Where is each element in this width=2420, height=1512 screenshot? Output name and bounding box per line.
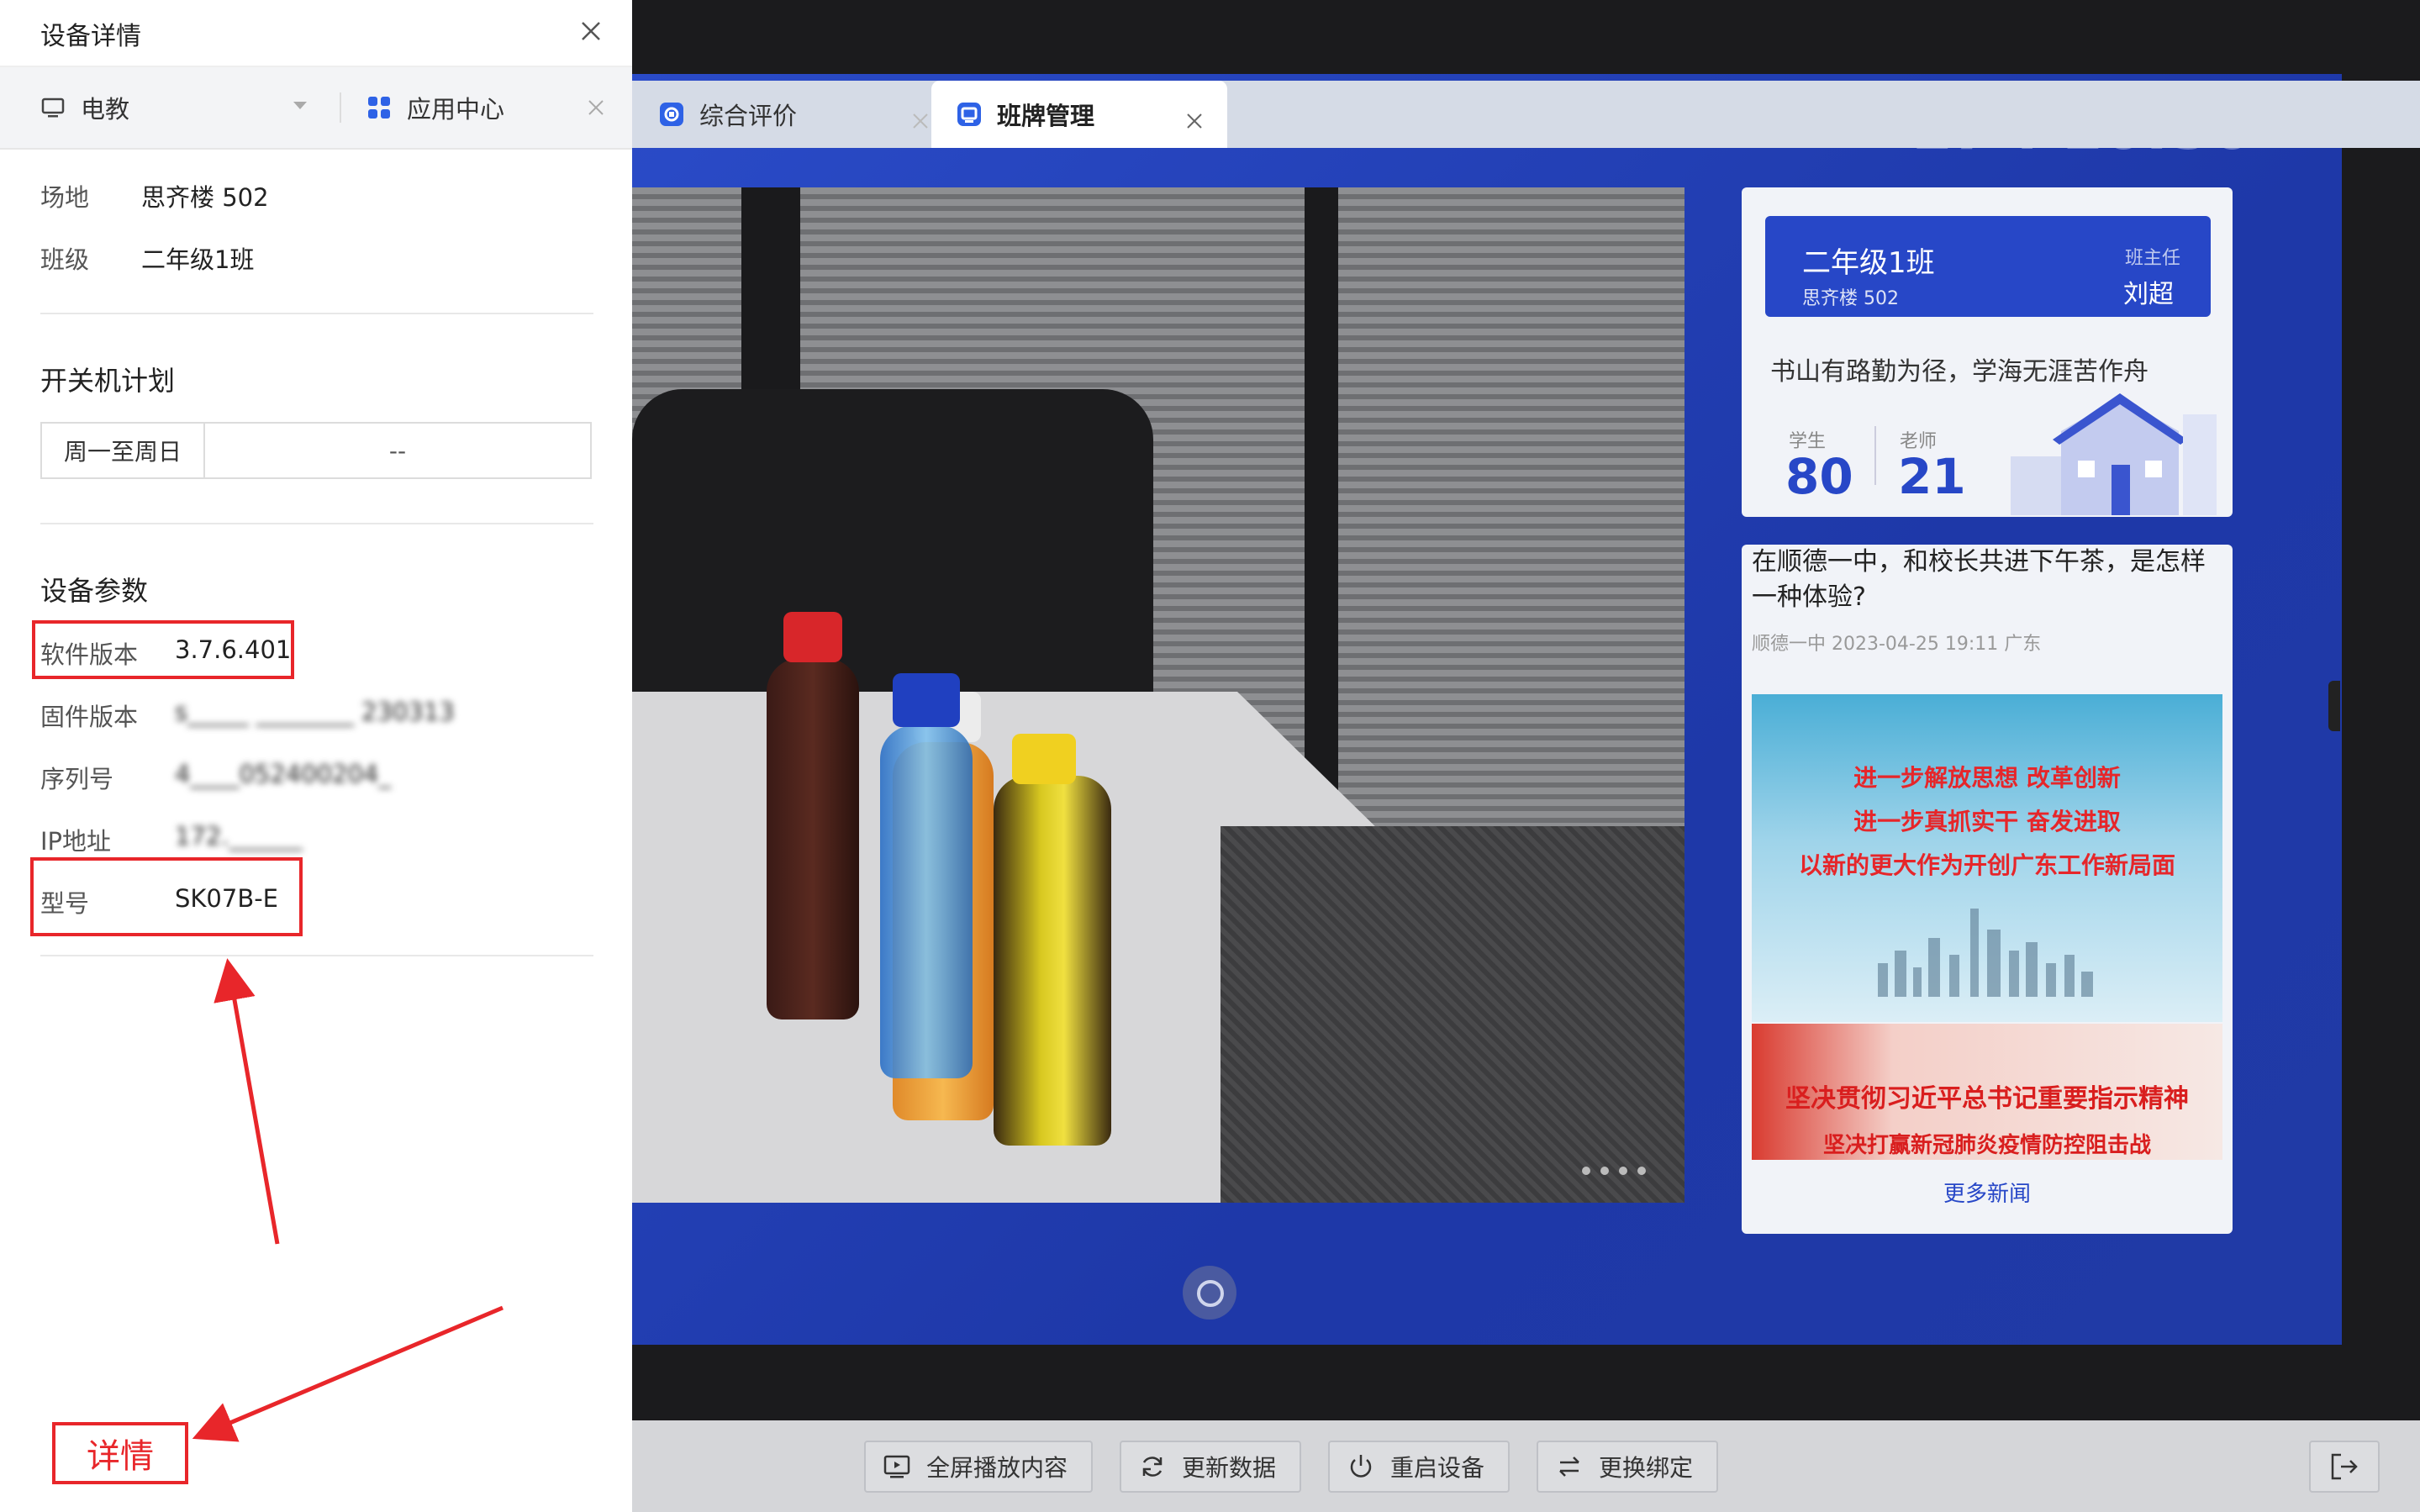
tab-class-board[interactable]: 班牌管理 <box>931 81 1227 148</box>
play-screen-icon <box>883 1455 910 1478</box>
more-news-link[interactable]: 更多新闻 <box>1742 1177 2233 1208</box>
class-banner: 二年级1班 思齐楼 502 班主任 刘超 <box>1765 216 2211 317</box>
home-circle-button[interactable] <box>1183 1266 1236 1320</box>
photo-bottle-cap <box>893 673 960 727</box>
news-image-1-line: 进一步解放思想 改革创新 <box>1853 764 2121 792</box>
exit-button[interactable] <box>2309 1441 2380 1493</box>
news-image-1-line: 以新的更大作为开创广东工作新局面 <box>1798 851 2175 879</box>
carousel-dots[interactable] <box>1582 1167 1646 1175</box>
tab-comprehensive-eval[interactable]: 综合评价 <box>659 81 936 148</box>
teacher-title: 班主任 <box>2124 248 2180 269</box>
class-info-card: 二年级1班 思齐楼 502 班主任 刘超 书山有路勤为径，学海无涯苦作舟 学生 … <box>1742 187 2233 517</box>
stat-divider <box>1874 426 1876 485</box>
evaluation-icon <box>660 103 683 126</box>
fullscreen-play-label: 全屏播放内容 <box>926 1454 1068 1482</box>
refresh-data-label: 更新数据 <box>1182 1454 1277 1482</box>
photo-carpet <box>1221 826 1685 1203</box>
close-icon[interactable] <box>911 112 930 130</box>
annotation-label: 详情 <box>52 1422 188 1484</box>
refresh-icon <box>1142 1457 1163 1477</box>
photo-bottle-cap <box>783 612 842 662</box>
restart-device-button[interactable]: 重启设备 <box>1328 1441 1510 1493</box>
photo-bottle <box>880 725 973 1078</box>
school-building-illustration <box>2011 393 2217 515</box>
news-headline[interactable]: 在顺德一中，和校长共进下午茶，是怎样一种体验? <box>1752 545 2222 615</box>
refresh-data-button[interactable]: 更新数据 <box>1120 1441 1301 1493</box>
photo-window-frame <box>1305 187 1338 826</box>
news-meta: 顺德一中 2023-04-25 19:11 广东 <box>1752 634 2042 655</box>
device-toolbar: 全屏播放内容 更新数据 重启设备 更换绑定 <box>632 1420 2420 1512</box>
class-name: 二年级1班 <box>1802 246 1935 280</box>
tab-label: 班牌管理 <box>997 102 1095 130</box>
teacher-count: 21 <box>1898 448 1966 505</box>
power-icon <box>1350 1455 1372 1478</box>
rebind-button[interactable]: 更换绑定 <box>1537 1441 1718 1493</box>
photo-bottle <box>994 776 1111 1146</box>
tab-label: 综合评价 <box>699 102 798 130</box>
news-card[interactable]: 在顺德一中，和校长共进下午茶，是怎样一种体验? 顺德一中 2023-04-25 … <box>1742 545 2233 1234</box>
restart-device-label: 重启设备 <box>1390 1454 1485 1482</box>
class-board-icon <box>957 103 981 126</box>
news-image-1[interactable]: 进一步解放思想 改革创新 进一步真抓实干 奋发进取 以新的更大作为开创广东工作新… <box>1752 694 2222 1022</box>
news-image-2-line: 坚决贯彻习近平总书记重要指示精神 <box>1785 1084 2189 1114</box>
fullscreen-play-button[interactable]: 全屏播放内容 <box>864 1441 1093 1493</box>
student-count: 80 <box>1785 448 1853 505</box>
city-skyline-illustration <box>1878 909 2093 997</box>
swap-icon <box>1559 1457 1579 1477</box>
device-detail-panel: 设备详情 电教 应用中心 场地 思齐楼 502 班级 二年级1班 开关机计划 周… <box>0 0 632 1512</box>
side-drawer-handle[interactable] <box>2328 681 2340 731</box>
exit-icon <box>2331 1453 2358 1480</box>
class-location: 思齐楼 502 <box>1802 288 1899 309</box>
news-image-2-line: 坚决打赢新冠肺炎疫情防控阻击战 <box>1822 1133 2151 1158</box>
annotation-arrows <box>192 958 504 1442</box>
news-image-2[interactable]: 坚决贯彻习近平总书记重要指示精神 坚决打赢新冠肺炎疫情防控阻击战 <box>1752 1024 2222 1160</box>
photo-bottle-cap <box>1012 734 1076 784</box>
rebind-label: 更换绑定 <box>1599 1454 1694 1482</box>
carousel-photo[interactable] <box>632 187 1685 1203</box>
close-icon[interactable] <box>1185 112 1204 130</box>
class-board-preview: 17 : 10:50 二年级1班 思齐楼 502 班主任 刘超 书山有路勤为径，… <box>632 74 2342 1345</box>
teacher-name: 刘超 <box>2123 280 2174 309</box>
photo-bottle <box>767 658 859 1019</box>
app-tab-bar: 综合评价 班牌管理 <box>632 81 2420 148</box>
news-image-1-line: 进一步真抓实干 奋发进取 <box>1853 808 2121 835</box>
